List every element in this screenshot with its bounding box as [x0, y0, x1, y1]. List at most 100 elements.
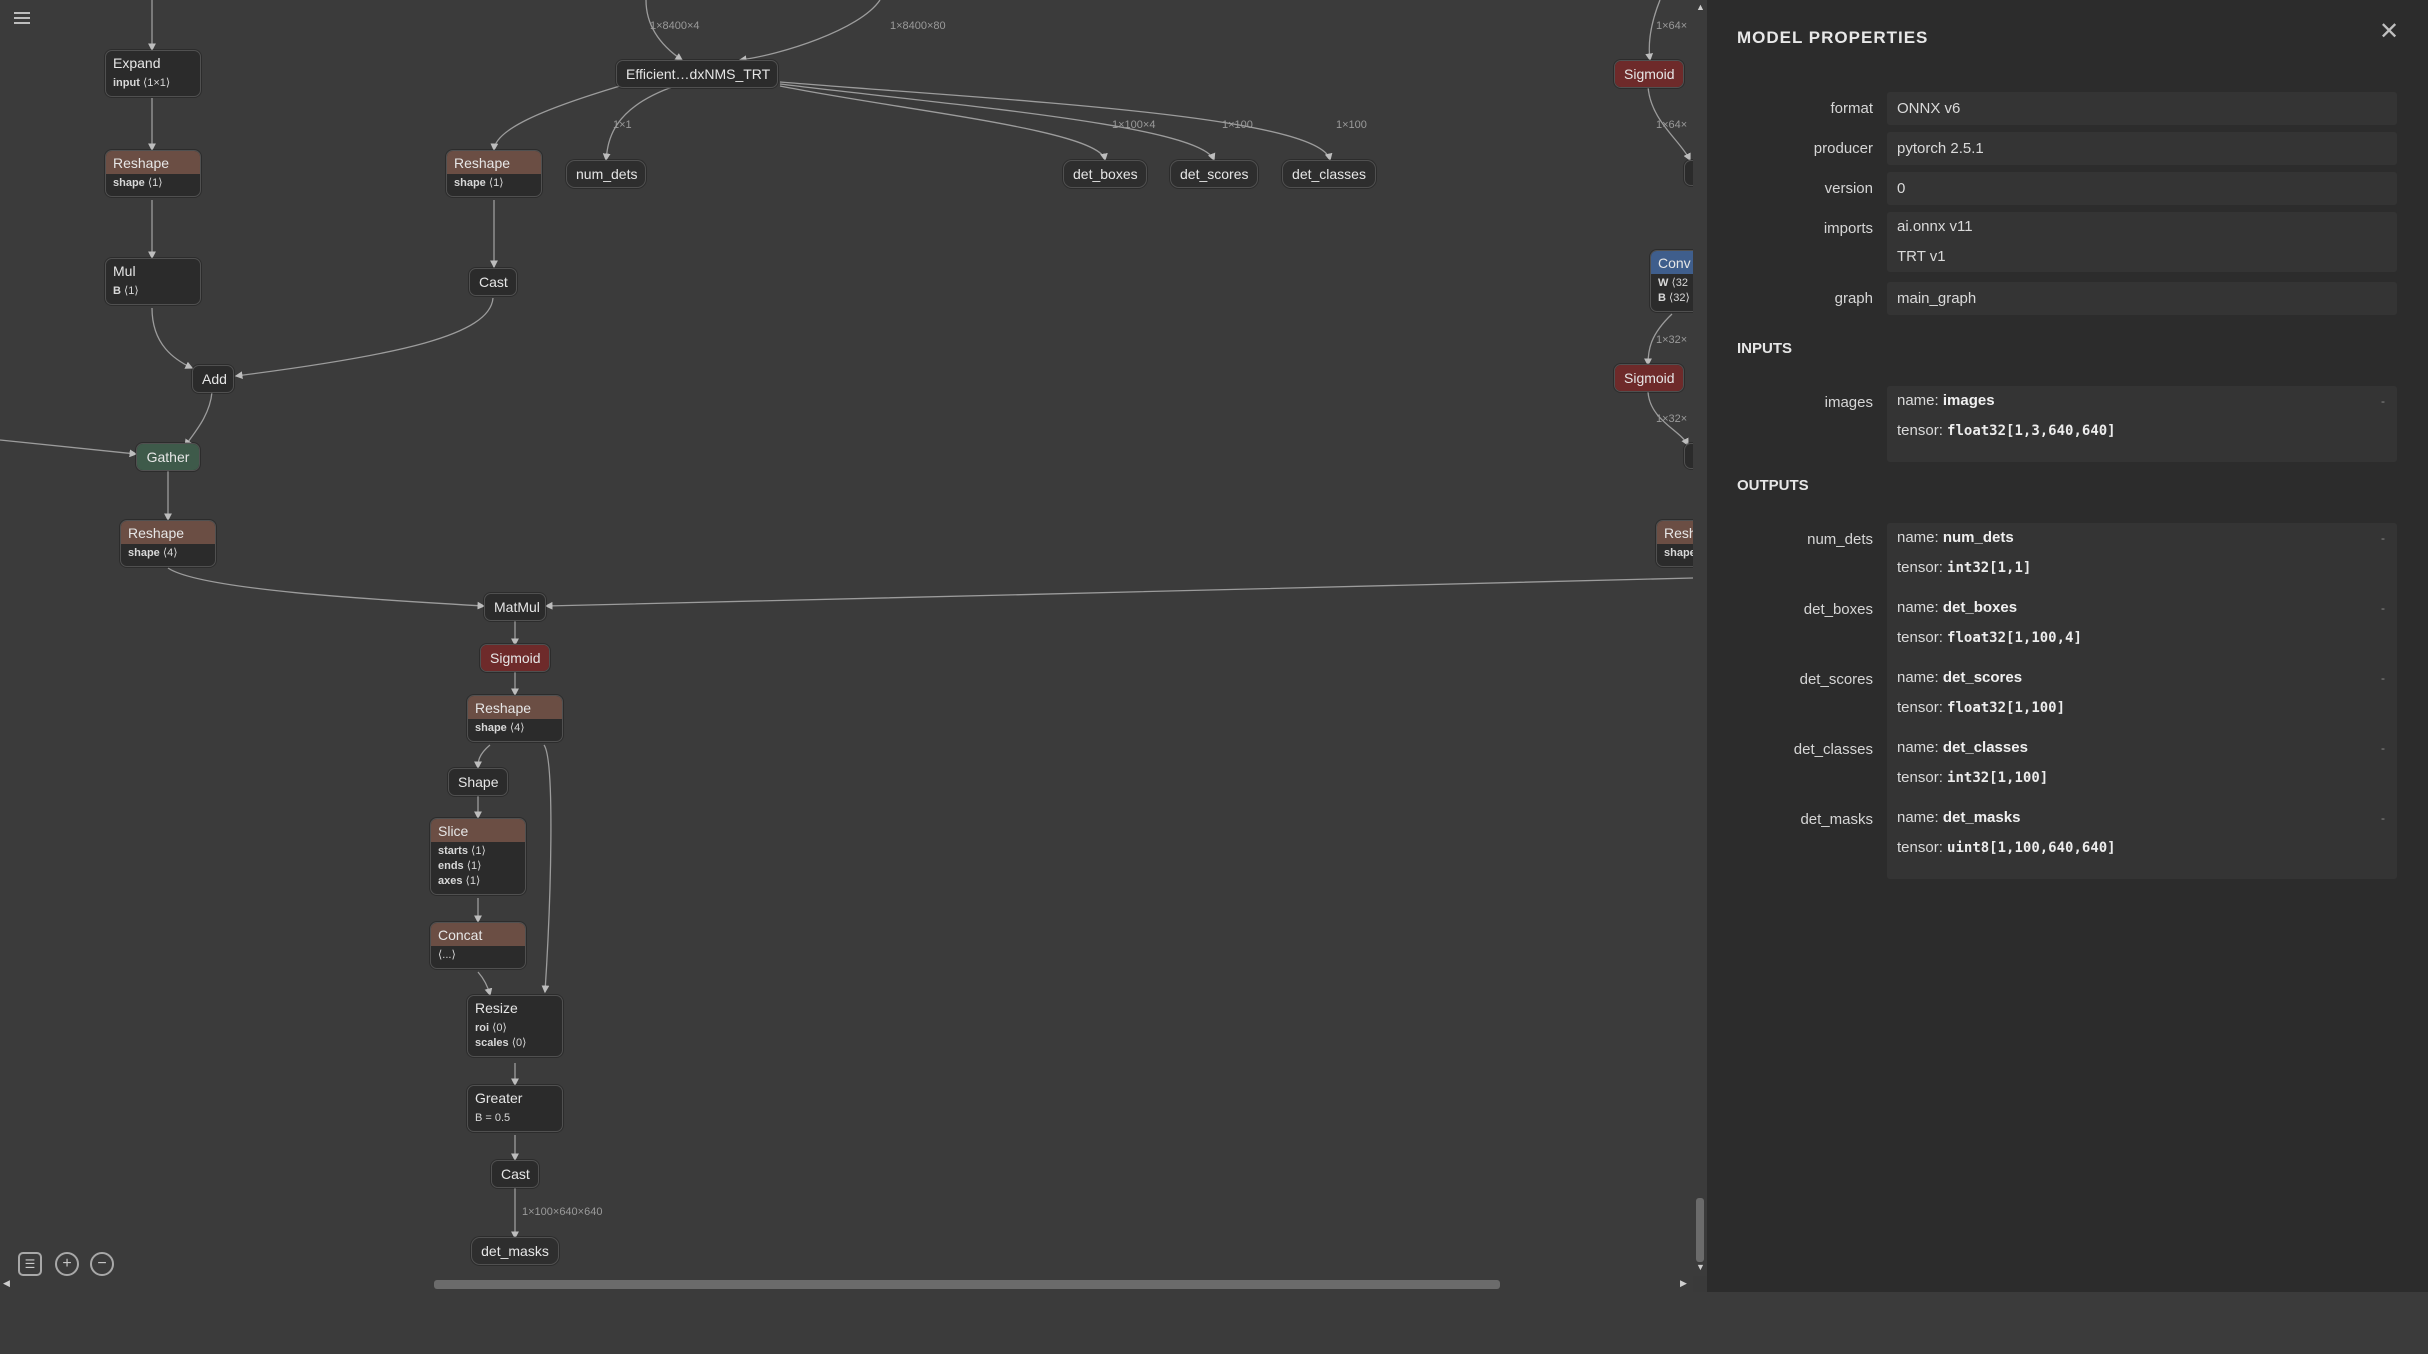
node-expand[interactable]: Expand input ⟨1×1⟩ — [105, 50, 201, 97]
edge-label: 1×100×4 — [1112, 119, 1156, 131]
node-title: Cast — [479, 274, 508, 290]
input-value[interactable]: name: images tensor: float32[1,3,640,640… — [1887, 386, 2397, 462]
node-gather[interactable]: Gather — [136, 443, 200, 471]
edge — [474, 744, 491, 770]
import-entry: TRT v1 — [1897, 248, 1946, 265]
edge — [544, 577, 1693, 610]
output-name: det_scores — [1942, 669, 2023, 686]
output-value[interactable]: name: num_dets tensor: int32[1,1] - — [1887, 523, 2397, 599]
tensor-type: float32[1,3,640,640] — [1947, 423, 2116, 439]
output-value[interactable]: name: det_scores tensor: float32[1,100] … — [1887, 663, 2397, 739]
output-label: det_masks — [1800, 811, 1873, 828]
output-num-dets[interactable]: num_dets — [566, 160, 646, 188]
node-efficient-nms[interactable]: Efficient…dxNMS_TRT — [616, 60, 778, 88]
tensor-type: float32[1,100] — [1947, 700, 2066, 716]
panel-title: MODEL PROPERTIES — [1737, 28, 1929, 47]
node-concat[interactable]: Concat ⟨...⟩ — [430, 922, 526, 969]
horizontal-scrollbar[interactable]: ◀ ▶ — [0, 1276, 1693, 1292]
property-label: producer — [1813, 140, 1873, 157]
node-mul[interactable]: Mul B ⟨1⟩ — [105, 258, 201, 305]
edge-label: 1×8400×4 — [650, 20, 700, 32]
node-title: num_dets — [576, 166, 638, 182]
hamburger-icon — [14, 12, 30, 14]
outputs-section-title: OUTPUTS — [1737, 477, 1809, 494]
node-add[interactable]: Add — [192, 365, 234, 393]
property-value: ONNX v6 — [1887, 92, 2397, 125]
edge — [151, 307, 194, 369]
expand-toggle[interactable]: - — [2381, 671, 2385, 685]
scroll-left-icon[interactable]: ◀ — [3, 1278, 10, 1289]
node-title: Resize — [475, 1000, 518, 1016]
property-label: version — [1824, 180, 1873, 197]
list-button[interactable]: ☰ — [18, 1252, 42, 1276]
node-title: Slice — [431, 819, 525, 842]
node-title: Sigmoid — [1615, 61, 1683, 87]
node-greater[interactable]: Greater B = 0.5 — [467, 1085, 563, 1132]
node-clipped[interactable] — [1684, 443, 1693, 469]
node-attrs: starts ⟨1⟩ ends ⟨1⟩ axes ⟨1⟩ — [438, 845, 486, 887]
node-title: Reshape — [468, 696, 562, 719]
output-label: det_boxes — [1803, 601, 1873, 618]
edge — [234, 297, 494, 380]
output-det-classes[interactable]: det_classes — [1282, 160, 1376, 188]
vertical-scroll-thumb[interactable] — [1696, 1198, 1704, 1262]
output-name: num_dets — [1942, 529, 2014, 546]
zoom-out-button[interactable]: − — [90, 1252, 114, 1276]
name-prefix: name: — [1897, 599, 1943, 616]
netron-app: 1×8400×4 1×8400×80 1×1 1×100×4 1×100 1×1… — [0, 0, 2428, 1354]
node-cast[interactable]: Cast — [491, 1160, 539, 1188]
node-shape[interactable]: Shape — [448, 768, 508, 796]
node-title: Reshape — [121, 521, 215, 544]
node-matmul[interactable]: MatMul — [484, 593, 546, 621]
menu-button[interactable] — [14, 12, 30, 26]
node-title: Gather — [137, 444, 199, 470]
node-cast[interactable]: Cast — [469, 268, 517, 296]
expand-toggle[interactable]: - — [2381, 394, 2385, 408]
node-sigmoid[interactable]: Sigmoid — [1614, 364, 1684, 392]
input-label: images — [1824, 394, 1873, 411]
expand-toggle[interactable]: - — [2381, 531, 2385, 545]
edge — [490, 85, 621, 152]
input-name: images — [1942, 392, 1995, 409]
node-sigmoid[interactable]: Sigmoid — [1614, 60, 1684, 88]
zoom-in-button[interactable]: + — [55, 1252, 79, 1276]
node-resize[interactable]: Resize roi ⟨0⟩ scales ⟨0⟩ — [467, 995, 563, 1057]
expand-toggle[interactable]: - — [2381, 811, 2385, 825]
node-title: det_classes — [1292, 166, 1366, 182]
node-reshape[interactable]: Reshape shape ⟨4⟩ — [120, 520, 216, 567]
node-slice[interactable]: Slice starts ⟨1⟩ ends ⟨1⟩ axes ⟨1⟩ — [430, 818, 526, 895]
expand-toggle[interactable]: - — [2381, 741, 2385, 755]
node-reshape[interactable]: Resh shape — [1656, 520, 1693, 567]
scroll-up-icon[interactable]: ▲ — [1696, 2, 1705, 12]
name-prefix: name: — [1897, 529, 1943, 546]
node-conv[interactable]: Conv W ⟨32 B ⟨32⟩ — [1650, 250, 1693, 312]
expand-toggle[interactable]: - — [2381, 601, 2385, 615]
vertical-scrollbar[interactable]: ▲ ▼ — [1693, 0, 1707, 1276]
output-det-scores[interactable]: det_scores — [1170, 160, 1258, 188]
output-det-masks[interactable]: det_masks — [471, 1237, 559, 1265]
output-name: det_boxes — [1942, 599, 2018, 616]
node-reshape[interactable]: Reshape shape ⟨4⟩ — [467, 695, 563, 742]
output-value[interactable]: name: det_boxes tensor: float32[1,100,4]… — [1887, 593, 2397, 669]
node-sigmoid[interactable]: Sigmoid — [480, 644, 550, 672]
node-title: Conv — [1651, 251, 1693, 274]
node-reshape[interactable]: Reshape shape ⟨1⟩ — [446, 150, 542, 197]
model-properties-panel: MODEL PROPERTIES ✕ format ONNX v6 produc… — [1707, 0, 2428, 1292]
node-clipped[interactable] — [1684, 160, 1693, 186]
close-icon[interactable]: ✕ — [2377, 20, 2401, 44]
scroll-right-icon[interactable]: ▶ — [1680, 1278, 1687, 1289]
output-value[interactable]: name: det_masks tensor: uint8[1,100,640,… — [1887, 803, 2397, 879]
tensor-type: int32[1,1] — [1947, 560, 2032, 576]
node-title: det_masks — [481, 1243, 549, 1259]
tensor-type: float32[1,100,4] — [1947, 630, 2082, 646]
tensor-type: int32[1,100] — [1947, 770, 2049, 786]
graph-canvas[interactable]: 1×8400×4 1×8400×80 1×1 1×100×4 1×100 1×1… — [0, 0, 1693, 1276]
edge — [0, 439, 138, 458]
output-value[interactable]: name: det_classes tensor: int32[1,100] - — [1887, 733, 2397, 809]
node-title: Sigmoid — [481, 645, 549, 671]
node-title: Cast — [501, 1166, 530, 1182]
output-det-boxes[interactable]: det_boxes — [1063, 160, 1147, 188]
scroll-down-icon[interactable]: ▼ — [1696, 1262, 1705, 1272]
horizontal-scroll-thumb[interactable] — [434, 1280, 1500, 1289]
node-reshape[interactable]: Reshape shape ⟨1⟩ — [105, 150, 201, 197]
